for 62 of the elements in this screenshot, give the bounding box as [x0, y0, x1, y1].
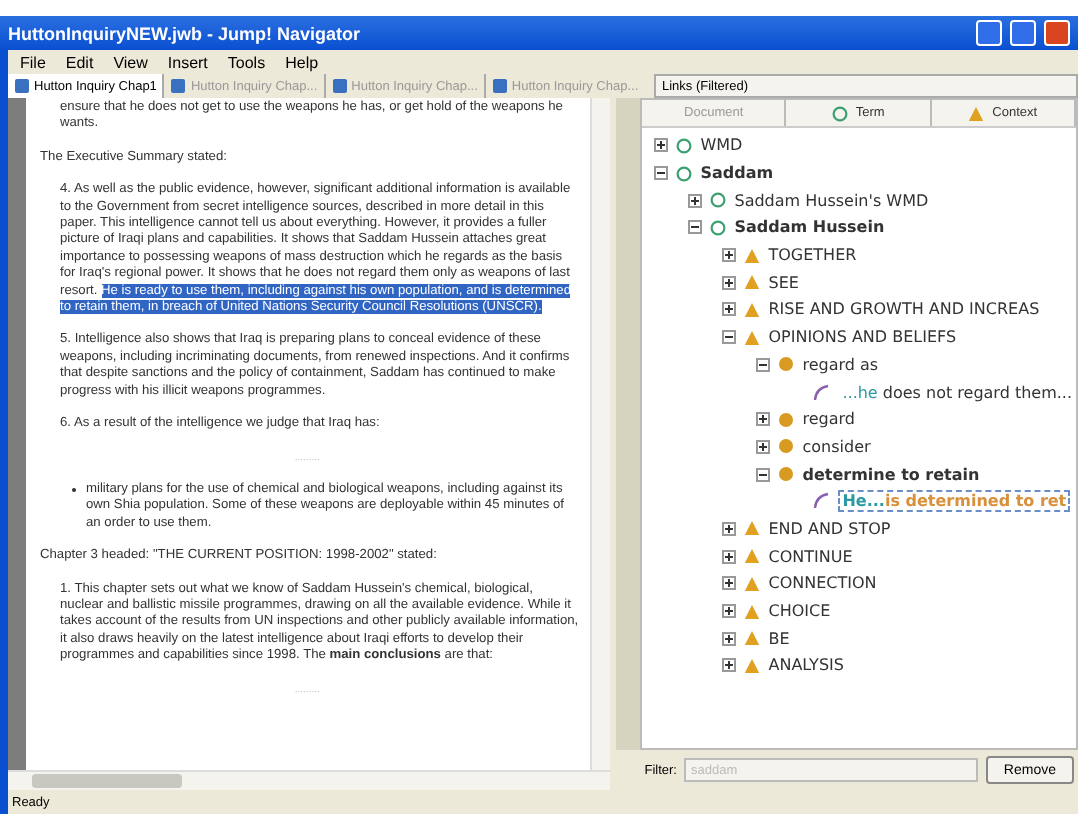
tree-item[interactable]: Saddam Hussein — [734, 218, 885, 237]
minimize-button[interactable] — [976, 20, 1002, 46]
collapse-toggle[interactable] — [756, 467, 771, 482]
context-snippet[interactable]: ...he does not regard them... — [838, 381, 1076, 404]
document-icon — [170, 78, 187, 94]
expand-toggle[interactable] — [756, 412, 771, 427]
tree-item[interactable]: RISE AND GROWTH AND INCREAS — [768, 300, 1040, 319]
tree-item[interactable]: SEE — [768, 273, 799, 292]
circle-icon — [710, 219, 727, 236]
expand-toggle[interactable] — [722, 275, 737, 290]
expand-toggle[interactable] — [722, 604, 737, 619]
tree-item[interactable]: CONNECTION — [768, 574, 877, 593]
document-icon — [331, 78, 348, 94]
menu-item[interactable]: View — [113, 53, 148, 71]
maximize-button[interactable] — [1010, 20, 1036, 46]
circle-icon — [676, 165, 693, 182]
expand-toggle[interactable] — [722, 658, 737, 673]
document-icon — [491, 78, 508, 94]
circle-icon — [831, 105, 848, 121]
tree-item[interactable]: OPINIONS AND BELIEFS — [768, 328, 957, 347]
vertical-scrollbar[interactable] — [590, 98, 611, 770]
window-title: HuttonInquiryNEW.jwb - Jump! Navigator — [8, 23, 362, 43]
tree-item[interactable]: BE — [768, 629, 790, 648]
ball-icon — [778, 356, 795, 373]
document-icon — [14, 78, 30, 94]
menu-item[interactable]: Help — [285, 53, 319, 71]
link-curve-icon — [812, 383, 831, 402]
menu-item[interactable]: Insert — [167, 53, 208, 71]
collapse-toggle[interactable] — [722, 330, 737, 345]
expand-toggle[interactable] — [722, 549, 737, 564]
collapse-toggle[interactable] — [756, 357, 771, 372]
collapse-toggle[interactable] — [688, 220, 703, 235]
tree-item[interactable]: Saddam Hussein's WMD — [734, 191, 929, 210]
circle-icon — [710, 192, 727, 209]
tree-item[interactable]: regard — [802, 410, 855, 429]
tree-item[interactable]: ANALYSIS — [768, 656, 844, 675]
horizontal-scrollbar[interactable] — [8, 770, 611, 790]
tree-item[interactable]: END AND STOP — [768, 519, 891, 538]
close-button[interactable] — [1044, 20, 1070, 46]
tree-item[interactable]: CHOICE — [768, 602, 831, 621]
tree-item[interactable]: regard as — [802, 355, 879, 374]
warning-triangle-icon — [968, 105, 985, 121]
menu-item[interactable]: File — [20, 53, 46, 71]
menu-item[interactable]: Edit — [65, 53, 94, 71]
tree-item[interactable]: WMD — [700, 136, 743, 155]
tree-item[interactable]: consider — [802, 437, 871, 456]
expand-toggle[interactable] — [756, 439, 771, 454]
circle-icon — [676, 137, 693, 154]
tree-item[interactable]: CONTINUE — [768, 547, 853, 566]
expand-toggle[interactable] — [722, 248, 737, 263]
expand-toggle[interactable] — [688, 193, 703, 208]
expand-toggle[interactable] — [722, 576, 737, 591]
expand-toggle[interactable] — [654, 138, 669, 153]
tree-item[interactable]: Saddam — [700, 164, 774, 183]
tree-item[interactable]: TOGETHER — [768, 246, 857, 265]
menu-item[interactable]: Tools — [227, 53, 266, 71]
expand-toggle[interactable] — [722, 302, 737, 317]
tree-item[interactable]: determine to retain — [802, 465, 980, 484]
expand-toggle[interactable] — [722, 521, 737, 536]
link-curve-icon — [812, 492, 831, 511]
expand-toggle[interactable] — [722, 631, 737, 646]
collapse-toggle[interactable] — [654, 166, 669, 181]
